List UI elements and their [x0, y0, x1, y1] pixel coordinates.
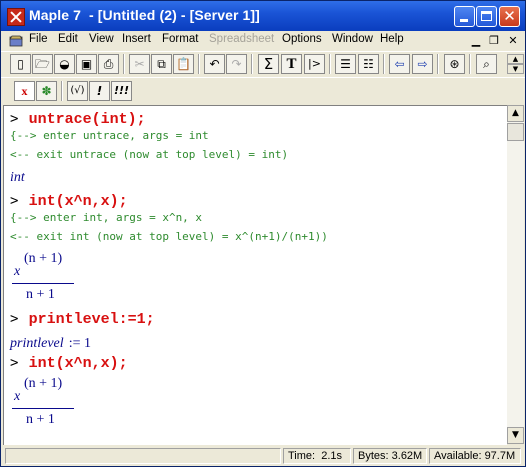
execute-button[interactable]: !	[89, 81, 110, 101]
menu-edit[interactable]: Edit	[58, 33, 78, 45]
print-icon[interactable]: ⎙	[98, 54, 119, 74]
worksheet[interactable]: > untrace(int); {--> enter untrace, args…	[3, 105, 507, 445]
toolbar-scroll-up-icon[interactable]: ▲	[507, 54, 524, 64]
maple-window: Maple 7 - [Untitled (2) - [Server 1]] ✕ …	[0, 0, 526, 467]
trace-output: {--> enter int, args = x^n, x	[10, 211, 203, 224]
status-available: Available: 97.7M	[429, 448, 521, 464]
result-lhs: printlevel	[10, 336, 64, 351]
scroll-down-icon[interactable]: ▼	[507, 427, 524, 444]
fraction-exponent: (n + 1)	[24, 251, 63, 266]
window-title: Maple 7 - [Untitled (2) - [Server 1]]	[29, 7, 260, 23]
indent-icon[interactable]: ☷	[358, 54, 379, 74]
fraction-base: x	[14, 264, 21, 279]
input-line-1[interactable]: > untrace(int);	[10, 108, 146, 128]
available-label: Available:	[434, 450, 482, 462]
stop-icon[interactable]: ⊛	[444, 54, 465, 74]
menu-format[interactable]: Format	[162, 33, 198, 45]
trace-output: <-- exit int (now at top level) = x^(n+1…	[10, 230, 328, 243]
toolbar-scroll-down-icon[interactable]: ▼	[507, 64, 524, 74]
mdi-close-icon[interactable]: ✕	[506, 34, 520, 48]
available-value: 97.7M	[484, 450, 516, 462]
toolbar-separator	[61, 81, 63, 101]
time-value: 2.1s	[321, 450, 343, 462]
maximize-button[interactable]	[476, 6, 497, 27]
close-icon: ✕	[503, 7, 516, 25]
menu-window[interactable]: Window	[332, 33, 373, 45]
prompt: >	[10, 311, 19, 327]
scroll-up-icon[interactable]: ▲	[507, 105, 524, 122]
command-text[interactable]: untrace(int);	[29, 111, 146, 128]
bytes-value: 3.62M	[391, 450, 423, 462]
fraction-denominator: n + 1	[26, 287, 55, 302]
result-rhs: := 1	[68, 336, 92, 351]
validate-button[interactable]: (√)	[67, 81, 88, 101]
open-folder-icon[interactable]: 🗁	[32, 54, 53, 74]
fraction-denominator: n + 1	[26, 412, 55, 427]
menu-view[interactable]: View	[89, 33, 114, 45]
outdent-icon[interactable]: ☰	[335, 54, 356, 74]
status-bar: Time: 2.1s Bytes: 3.62M Available: 97.7M	[1, 446, 525, 466]
toolbar-separator	[123, 54, 125, 74]
input-line-3[interactable]: > printlevel:=1;	[10, 308, 155, 328]
time-label: Time:	[288, 450, 316, 462]
toolbar-separator	[329, 54, 331, 74]
command-text[interactable]: int(x^n,x);	[29, 355, 128, 372]
input-line-2[interactable]: > int(x^n,x);	[10, 190, 128, 210]
title-bar[interactable]: Maple 7 - [Untitled (2) - [Server 1]] ✕	[1, 1, 525, 31]
menu-file[interactable]: File	[29, 33, 48, 45]
toolbar-separator	[198, 54, 200, 74]
redo-icon[interactable]: ↷	[226, 54, 247, 74]
result-output: int	[10, 170, 25, 185]
execution-group-button[interactable]: |>	[304, 54, 325, 74]
status-message	[5, 448, 281, 464]
command-text[interactable]: printlevel:=1;	[29, 311, 155, 328]
prompt: >	[10, 193, 19, 209]
mdi-minimize-icon[interactable]: ▁	[469, 34, 483, 48]
undo-icon[interactable]: ↶	[204, 54, 225, 74]
zoom-icon[interactable]: ⌕	[476, 54, 497, 74]
open-url-icon[interactable]: ◒	[54, 54, 75, 74]
bytes-label: Bytes:	[358, 450, 389, 462]
text-input-button[interactable]: T	[281, 54, 302, 74]
paste-icon[interactable]: 📋	[173, 54, 194, 74]
trace-output: {--> enter untrace, args = int	[10, 129, 209, 142]
mdi-restore-icon[interactable]: ❐	[487, 34, 501, 48]
scroll-thumb[interactable]	[507, 123, 524, 141]
copy-icon[interactable]: ⧉	[151, 54, 172, 74]
cut-icon[interactable]: ✂	[129, 54, 150, 74]
trace-output: <-- exit untrace (now at top level) = in…	[10, 148, 289, 161]
document-menu-icon[interactable]	[9, 34, 23, 48]
menu-options[interactable]: Options	[282, 33, 322, 45]
status-bytes: Bytes: 3.62M	[353, 448, 427, 464]
prompt: >	[10, 111, 19, 127]
prompt: >	[10, 355, 19, 371]
menu-spreadsheet[interactable]: Spreadsheet	[209, 33, 274, 45]
close-button[interactable]: ✕	[499, 6, 520, 27]
vertical-scrollbar[interactable]: ▲ ▼	[507, 105, 524, 444]
toolbar-separator	[251, 54, 253, 74]
command-text[interactable]: int(x^n,x);	[29, 193, 128, 210]
fraction-exponent: (n + 1)	[24, 376, 63, 391]
menu-help[interactable]: Help	[380, 33, 404, 45]
back-arrow-icon[interactable]: ⇦	[389, 54, 410, 74]
minimize-button[interactable]	[454, 6, 475, 27]
input-line-4[interactable]: > int(x^n,x);	[10, 352, 128, 372]
maple-leaf-icon[interactable]: ✽	[36, 81, 57, 101]
forward-arrow-icon[interactable]: ⇨	[412, 54, 433, 74]
toolbar-separator	[469, 54, 471, 74]
status-time: Time: 2.1s	[283, 448, 351, 464]
result-output: printlevel := 1	[10, 332, 91, 352]
fraction-bar	[12, 283, 74, 284]
maple-app-icon[interactable]	[7, 8, 25, 26]
execute-worksheet-button[interactable]: !!!	[111, 81, 132, 101]
math-mode-button[interactable]: x	[14, 81, 35, 101]
toolbar-separator	[383, 54, 385, 74]
toolbar-separator	[437, 54, 439, 74]
fraction-bar	[12, 408, 74, 409]
sigma-input-button[interactable]: Σ	[258, 54, 279, 74]
fraction-base: x	[14, 389, 21, 404]
save-icon[interactable]: ▣	[76, 54, 97, 74]
new-file-icon[interactable]: ▯	[10, 54, 31, 74]
menu-insert[interactable]: Insert	[122, 33, 151, 45]
